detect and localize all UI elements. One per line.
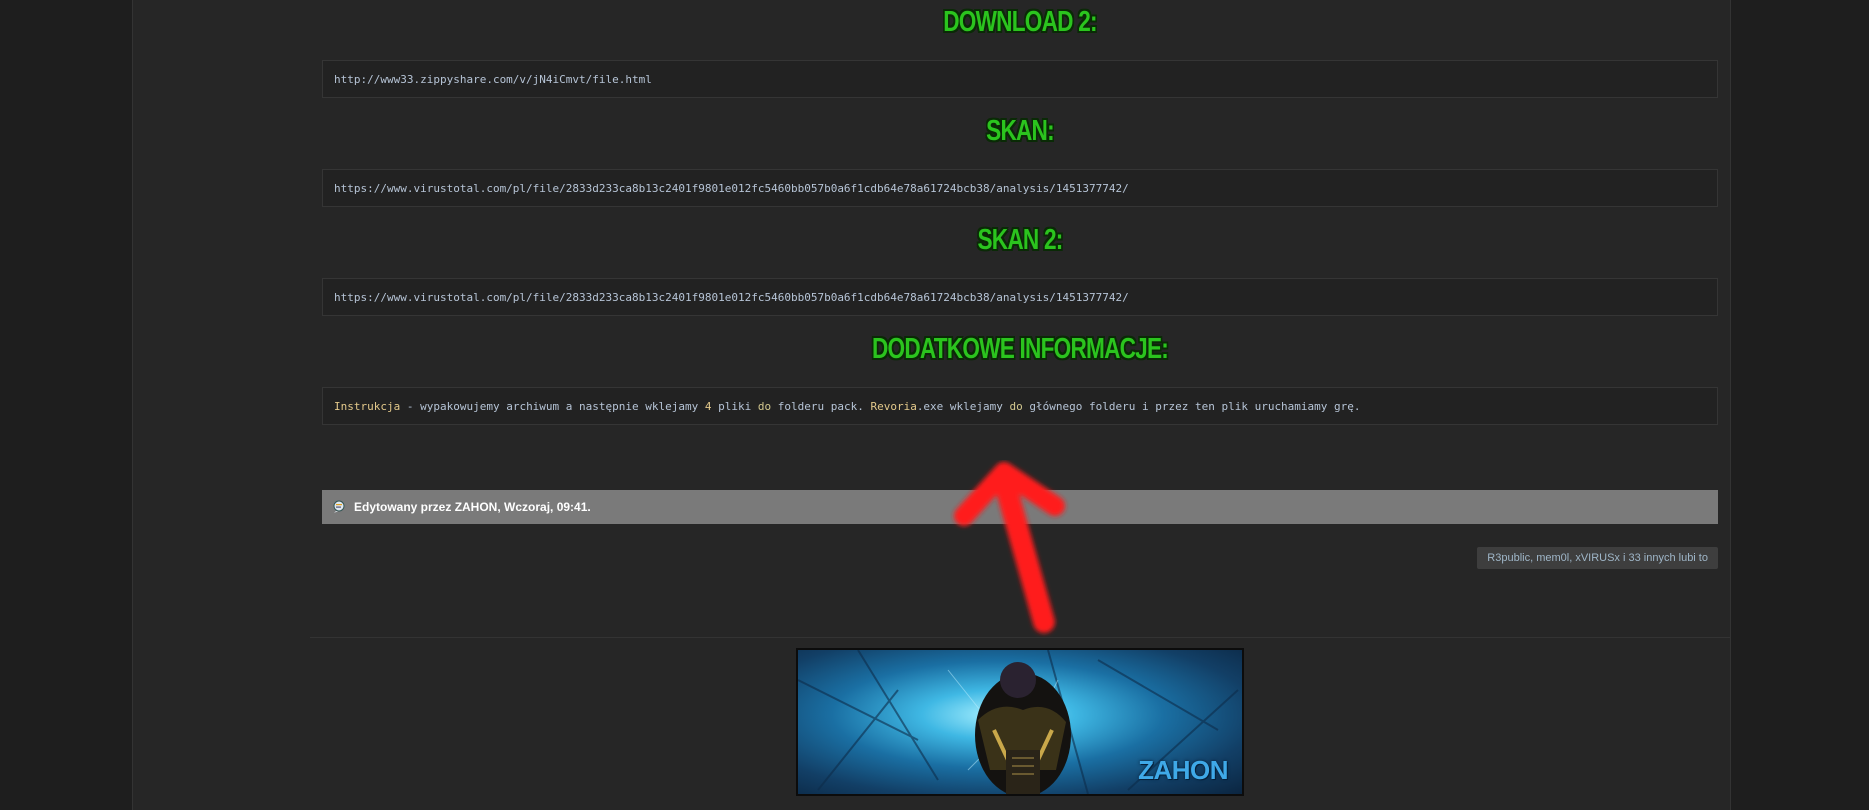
info-text-part: do [1009, 400, 1023, 413]
download2-heading: DOWNLOAD 2: [943, 6, 1097, 38]
edit-note-icon [333, 500, 345, 513]
edit-note-text: Edytowany przez ZAHON, Wczoraj, 09:41. [354, 500, 591, 514]
info-text-part: głównego folderu i przez ten plik urucha… [1022, 400, 1361, 413]
banner-title: ZAHON [1138, 755, 1228, 785]
scan-heading: SKAN: [986, 115, 1055, 147]
info-code-box: Instrukcja - wypakowujemy archiwum a nas… [322, 387, 1718, 425]
scan-code-box[interactable]: https://www.virustotal.com/pl/file/2833d… [322, 169, 1718, 207]
scan2-code-box[interactable]: https://www.virustotal.com/pl/file/2833d… [322, 278, 1718, 316]
scan2-link[interactable]: https://www.virustotal.com/pl/file/2833d… [334, 291, 1129, 304]
scan-link[interactable]: https://www.virustotal.com/pl/file/2833d… [334, 182, 1129, 195]
info-text-part: Instrukcja [334, 400, 401, 413]
download2-code-box[interactable]: http://www33.zippyshare.com/v/jN4iCmvt/f… [322, 60, 1718, 98]
scan2-heading: SKAN 2: [977, 224, 1063, 256]
info-text-part: do [757, 400, 772, 413]
info-heading: DODATKOWE INFORMACJE: [871, 333, 1169, 365]
signature-banner: ZAHON [796, 648, 1244, 796]
info-text-part: Revoria [870, 400, 917, 413]
left-sidebar-column [132, 0, 312, 810]
info-text-part: .exe wklejamy [916, 400, 1010, 413]
info-text-part: - wypakowujemy archiwum a następnie wkle… [400, 400, 705, 413]
download2-link[interactable]: http://www33.zippyshare.com/v/jN4iCmvt/f… [334, 73, 652, 86]
forum-post-body: DOWNLOAD 2: http://www33.zippyshare.com/… [310, 0, 1731, 810]
info-text-part: folderu pack. [771, 400, 871, 413]
likes-button[interactable]: R3public, mem0l, xVIRUSx i 33 innych lub… [1477, 547, 1718, 569]
red-arrow-annotation [954, 462, 1065, 633]
info-text-part: 4 [704, 400, 712, 413]
info-text-part: pliki [711, 400, 758, 413]
